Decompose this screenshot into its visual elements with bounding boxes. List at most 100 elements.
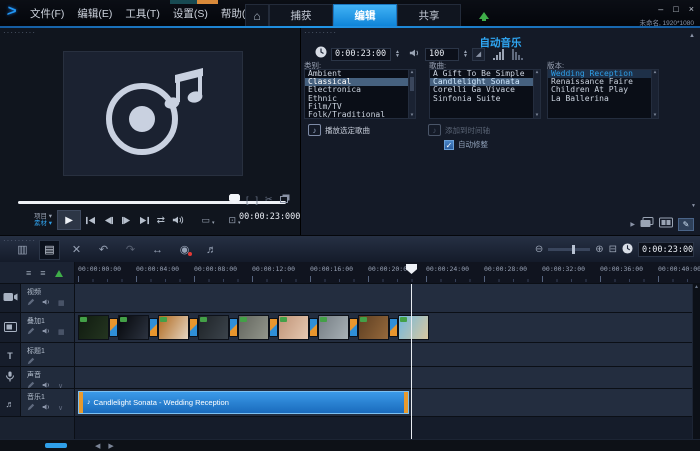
listbox-scrollbar[interactable]: ▲▼ <box>651 70 658 118</box>
display-mode-button[interactable]: ⊡ <box>229 215 237 226</box>
listbox-scrollbar[interactable]: ▲▼ <box>533 70 540 118</box>
prev-frame-button[interactable] <box>103 216 114 225</box>
fit-timeline-icon[interactable]: ⊟ <box>609 244 617 255</box>
scroll-up-icon[interactable]: ▲ <box>409 70 415 75</box>
panel-collapse-icon[interactable]: ▲ <box>689 33 695 39</box>
fade-out-icon[interactable] <box>512 49 523 60</box>
timeline-view-button[interactable]: ▤ <box>39 240 60 260</box>
transition-icon[interactable] <box>269 318 278 337</box>
track-content-music[interactable]: ♪Candlelight Sonata - Wedding Reception <box>75 389 700 417</box>
tab-共享[interactable]: 共享 <box>397 4 461 26</box>
track-mute-icon[interactable] <box>42 327 51 337</box>
duration-spinner[interactable]: ▲▼ <box>395 50 400 58</box>
clip-mode-button[interactable]: 素材 <box>34 220 47 227</box>
list-item[interactable]: Folk/Traditional <box>305 111 415 119</box>
listbox-scrollbar[interactable]: ▲▼ <box>408 70 415 118</box>
track-mute-icon[interactable] <box>42 298 51 308</box>
scroll-down-icon[interactable]: ▼ <box>409 113 415 118</box>
options-edit-button[interactable]: ✎ <box>678 218 694 231</box>
transition-icon[interactable] <box>229 318 238 337</box>
overlay-clip[interactable] <box>78 315 109 340</box>
track-content-overlay[interactable] <box>75 313 700 343</box>
sound-mixer-button[interactable]: ♬ <box>201 240 222 260</box>
scroll-right-icon[interactable]: ▶ <box>108 442 113 450</box>
track-edit-icon[interactable] <box>27 357 35 367</box>
voice-track-icon[interactable] <box>5 369 15 387</box>
list-item[interactable]: La Ballerina <box>548 95 658 103</box>
hscroll-thumb[interactable] <box>45 443 67 448</box>
track-expand-icon[interactable]: ∨ <box>58 404 63 412</box>
add-to-timeline-button[interactable]: ♪ 添加到时间轴 <box>428 124 490 136</box>
transition-icon[interactable] <box>109 318 118 337</box>
tab-home[interactable]: ⌂ <box>245 4 269 26</box>
play-button[interactable]: ▶ <box>57 210 81 230</box>
transition-icon[interactable] <box>149 318 158 337</box>
go-end-button[interactable] <box>139 216 150 225</box>
tab-编辑[interactable]: 编辑 <box>333 4 397 26</box>
transition-icon[interactable] <box>349 318 358 337</box>
close-button[interactable]: × <box>689 4 694 14</box>
list-item[interactable]: Sinfonia Suite <box>430 95 540 103</box>
mark-in-icon[interactable]: [ <box>246 195 249 205</box>
track-transparency-icon[interactable]: ▦ <box>58 299 65 307</box>
overlay-clip[interactable] <box>118 315 149 340</box>
overlay-clip[interactable] <box>358 315 389 340</box>
fade-button[interactable]: ◢ <box>472 48 485 61</box>
fade-in-icon[interactable] <box>493 49 504 60</box>
track-edit-icon[interactable] <box>27 298 35 308</box>
music-track-icon[interactable]: ♬ <box>6 394 15 412</box>
overlay-clip[interactable] <box>318 315 349 340</box>
mix-tools-button[interactable]: ✕ <box>66 240 87 260</box>
undo-button[interactable]: ↶ <box>93 240 114 260</box>
menu-item-设置(S)[interactable]: 设置(S) <box>173 6 208 21</box>
restore-button[interactable]: □ <box>673 4 678 14</box>
panel-drag-handle[interactable]: ········· <box>3 30 36 35</box>
next-frame-button[interactable] <box>121 216 132 225</box>
transition-icon[interactable] <box>189 318 198 337</box>
transition-icon[interactable] <box>389 318 398 337</box>
overlay-clip[interactable] <box>398 315 429 340</box>
zoom-in-icon[interactable]: ⊕ <box>595 244 603 255</box>
track-edit-icon[interactable] <box>27 403 35 413</box>
track-content-voice[interactable] <box>75 367 700 389</box>
zoom-out-icon[interactable]: ⊖ <box>535 244 543 255</box>
minimize-button[interactable]: – <box>658 4 663 14</box>
auto-trim-checkbox[interactable]: ✓ 自动修整 <box>444 139 488 150</box>
volume-spinner[interactable]: ▲▼ <box>463 50 468 58</box>
track-content-title[interactable] <box>75 343 700 367</box>
gallery-view-icon[interactable] <box>640 215 654 233</box>
music-clip[interactable]: ♪Candlelight Sonata - Wedding Reception <box>78 391 409 414</box>
scroll-up-icon[interactable]: ▲ <box>652 70 658 75</box>
timeline-vscrollbar[interactable]: ▲ <box>692 284 700 439</box>
system-volume-button[interactable] <box>172 215 184 225</box>
playhead-line[interactable] <box>411 284 412 439</box>
song-listbox[interactable]: A Gift To Be SimpleCandlelight SonataCor… <box>429 69 541 119</box>
project-mode-button[interactable]: 项目 <box>34 213 47 220</box>
mark-out-icon[interactable]: ] <box>256 195 259 205</box>
go-start-button[interactable] <box>85 216 96 225</box>
scroll-left-icon[interactable]: ◀ <box>95 442 100 450</box>
menu-item-工具(T)[interactable]: 工具(T) <box>125 6 159 21</box>
menu-item-文件(F)[interactable]: 文件(F) <box>30 6 64 21</box>
timeline-hscrollbar[interactable]: ◀▶ <box>0 439 700 451</box>
repeat-button[interactable]: ⇄ <box>157 215 165 226</box>
clip-trim-handle[interactable] <box>79 392 83 413</box>
storyboard-view-button[interactable]: ▥ <box>12 240 33 260</box>
record-capture-option-button[interactable]: ◉ <box>174 240 195 260</box>
enlarge-button[interactable]: ▭ <box>201 215 210 226</box>
add-track-icon[interactable] <box>55 266 63 277</box>
transition-icon[interactable] <box>309 318 318 337</box>
overlay-clip[interactable] <box>278 315 309 340</box>
volume-field[interactable]: 100 <box>425 48 459 61</box>
scroll-thumb[interactable] <box>410 77 414 91</box>
filmstrip-view-icon[interactable] <box>659 215 673 233</box>
overlay-clip[interactable] <box>238 315 269 340</box>
redo-button[interactable]: ↷ <box>120 240 141 260</box>
tab-捕获[interactable]: 捕获 <box>269 4 333 26</box>
panel-corner-arrow-icon[interactable]: ▼ <box>691 203 696 209</box>
timeline-zoom-slider[interactable] <box>548 248 590 251</box>
version-listbox[interactable]: Wedding ReceptionRenaissance FaireChildr… <box>547 69 659 119</box>
video-track-icon[interactable] <box>3 289 18 307</box>
track-edit-icon[interactable] <box>27 327 35 337</box>
scroll-down-icon[interactable]: ▼ <box>652 113 658 118</box>
